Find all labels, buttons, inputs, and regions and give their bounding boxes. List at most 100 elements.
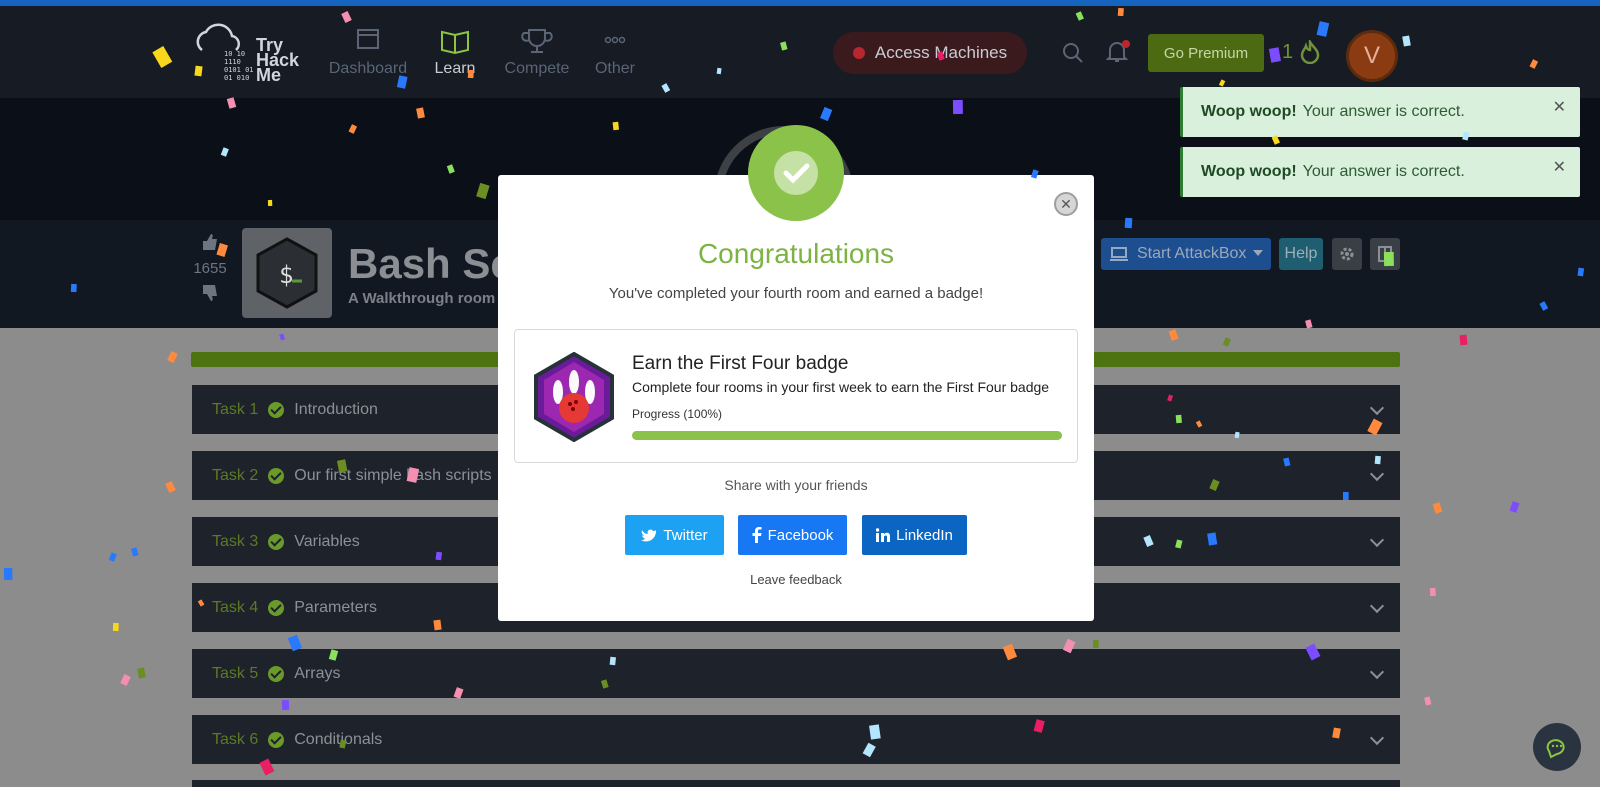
streak-count: 1 <box>1282 40 1294 63</box>
confetti-piece <box>108 552 117 562</box>
nav-other[interactable]: Other <box>570 26 660 78</box>
avatar[interactable]: V <box>1346 30 1398 82</box>
vote-count: 1655 <box>193 260 227 277</box>
twitter-label: Twitter <box>663 526 708 544</box>
leave-feedback-link[interactable]: Leave feedback <box>498 572 1094 587</box>
room-icon: $ <box>242 228 332 318</box>
chevron-down-icon[interactable] <box>1369 466 1385 482</box>
nav-compete-label: Compete <box>504 60 570 77</box>
badge-progress-bar <box>632 431 1062 440</box>
toast-text: Your answer is correct. <box>1302 163 1465 180</box>
close-icon[interactable]: ✕ <box>1553 97 1566 117</box>
logo-text: Try Hack Me <box>256 35 300 85</box>
facebook-label: Facebook <box>767 526 834 544</box>
logo-binary: 10 10 1110 0101 01 01 010 <box>224 50 254 82</box>
task-number: Task 2 <box>212 466 259 484</box>
check-circle-icon <box>268 533 285 550</box>
task-title: Introduction <box>294 400 378 418</box>
badge-progress-fill <box>632 431 1062 440</box>
avatar-initial: V <box>1363 42 1380 69</box>
notification-dot <box>1122 40 1130 48</box>
chevron-down-icon[interactable] <box>1253 250 1263 256</box>
share-label: Share with your friends <box>724 477 868 493</box>
book-icon <box>441 30 469 55</box>
check-circle-icon <box>268 599 285 616</box>
check-circle-icon <box>268 401 285 418</box>
chevron-down-icon[interactable] <box>1369 532 1385 548</box>
confetti-piece <box>1092 639 1099 649</box>
task-title: Variables <box>294 532 360 550</box>
settings-button[interactable] <box>1332 238 1362 270</box>
chevron-down-icon[interactable] <box>1369 664 1385 680</box>
confetti-piece <box>120 673 131 687</box>
success-badge-icon <box>748 125 844 221</box>
task-number: Task 5 <box>212 664 259 682</box>
confetti-piece <box>281 699 290 711</box>
split-view-button[interactable] <box>1370 238 1400 270</box>
twitter-share-button[interactable]: Twitter <box>625 515 724 555</box>
task-title: Conditionals <box>294 730 383 748</box>
nav-learn[interactable]: Learn <box>410 26 500 78</box>
facebook-icon <box>752 527 762 543</box>
room-subtitle: A Walkthrough room <box>348 290 496 307</box>
status-dot-icon <box>852 47 865 59</box>
confetti-piece <box>131 547 139 557</box>
nav-dashboard-label: Dashboard <box>328 60 408 77</box>
chat-support-button[interactable] <box>1533 723 1581 771</box>
thumbs-up-icon[interactable] <box>200 232 220 252</box>
more-icon <box>604 36 626 44</box>
modal-title: Congratulations <box>697 238 895 269</box>
nav-other-label: Other <box>594 60 635 77</box>
help-button[interactable]: Help <box>1279 238 1323 270</box>
confetti-piece <box>1432 502 1443 514</box>
trophy-icon <box>521 29 553 53</box>
bowling-badge-icon <box>534 352 614 442</box>
check-flower-icon <box>774 151 818 195</box>
task-number: Task 1 <box>212 400 259 418</box>
task-number: Task 6 <box>212 730 259 748</box>
go-premium-button[interactable]: Go Premium <box>1148 34 1264 72</box>
task-title: Parameters <box>294 598 377 616</box>
chat-bubble-icon <box>1546 739 1565 759</box>
nav-dashboard[interactable]: Dashboard <box>323 26 413 78</box>
confetti-piece <box>167 350 178 364</box>
facebook-share-button[interactable]: Facebook <box>738 515 847 555</box>
task-row[interactable]: Task 5 Arrays <box>192 649 1400 698</box>
badge-name: Earn the First Four badge <box>632 353 849 374</box>
access-machines-button[interactable]: Access Machines <box>833 32 1027 74</box>
search-icon[interactable] <box>1062 42 1084 64</box>
task-title: Arrays <box>294 664 341 682</box>
task-row[interactable] <box>192 780 1400 787</box>
split-screen-icon <box>1378 246 1392 262</box>
task-number: Task 4 <box>212 598 259 616</box>
modal-subtitle: You've completed your fourth room and ea… <box>608 285 984 302</box>
access-machines-label: Access Machines <box>874 43 1008 62</box>
chevron-down-icon[interactable] <box>1369 730 1385 746</box>
badge-description: Complete four rooms in your first week t… <box>632 379 1050 395</box>
confetti-piece <box>165 480 176 494</box>
dashboard-icon <box>357 29 379 49</box>
start-attackbox-button[interactable]: Start AttackBox <box>1101 238 1271 270</box>
streak-counter[interactable]: 1 <box>1282 40 1321 64</box>
bash-terminal-icon: $ <box>256 237 318 309</box>
chevron-down-icon[interactable] <box>1369 598 1385 614</box>
flame-icon <box>1300 40 1320 64</box>
check-circle-icon <box>268 731 285 748</box>
start-attackbox-label: Start AttackBox <box>1137 245 1247 262</box>
close-icon[interactable]: ✕ <box>1553 157 1566 177</box>
task-number: Task 3 <box>212 532 259 550</box>
confetti-piece <box>1459 334 1468 346</box>
task-row[interactable]: Task 6 Conditionals <box>192 715 1400 764</box>
confetti-piece <box>1424 696 1432 706</box>
modal-close-button[interactable]: ✕ <box>1054 192 1078 216</box>
linkedin-icon <box>876 528 891 542</box>
chevron-down-icon[interactable] <box>1369 400 1385 416</box>
toast-strong: Woop woop! <box>1201 163 1297 180</box>
linkedin-share-button[interactable]: LinkedIn <box>862 515 967 555</box>
badge-progress-label: Progress (100%) <box>632 407 723 421</box>
twitter-icon <box>641 529 657 542</box>
success-toast: Woop woop! Your answer is correct. ✕ <box>1180 87 1580 137</box>
thumbs-down-icon[interactable] <box>200 283 220 303</box>
nav-compete[interactable]: Compete <box>492 26 582 78</box>
tryhackme-logo[interactable]: 10 10 1110 0101 01 01 010 Try Hack Me <box>190 20 310 90</box>
